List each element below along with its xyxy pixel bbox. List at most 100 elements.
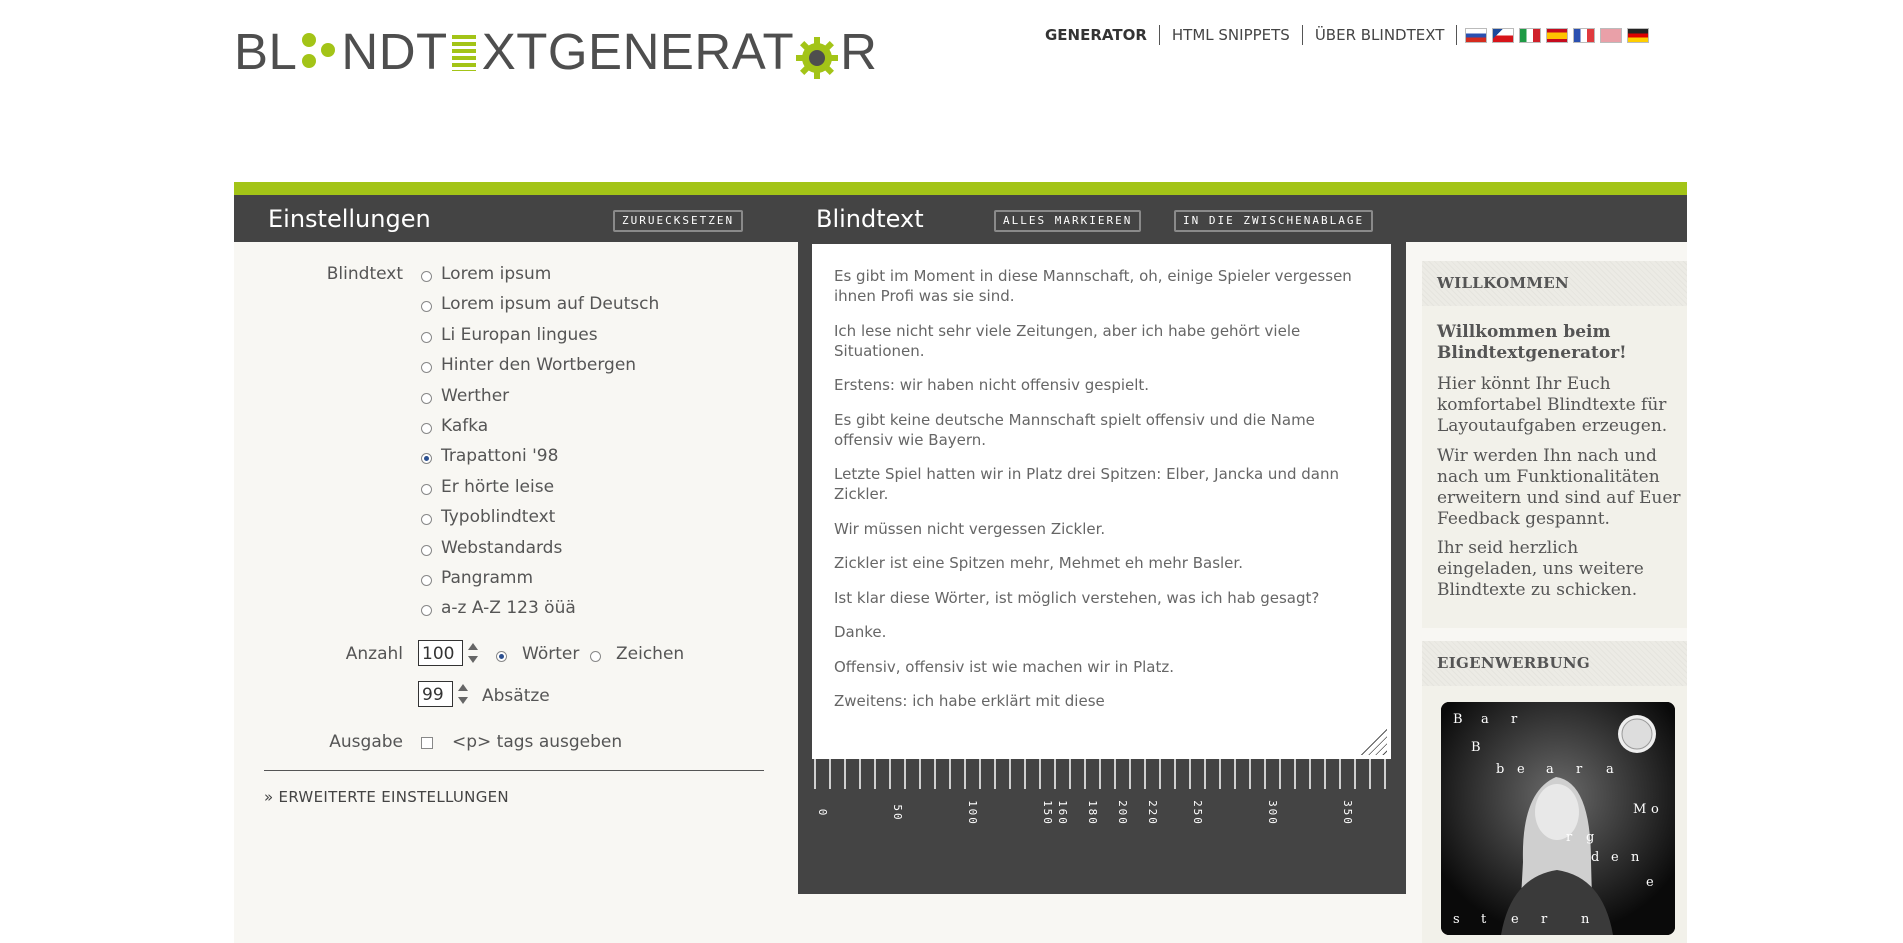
promo-letter: r xyxy=(1576,762,1583,777)
blindtext-option-radio[interactable] xyxy=(421,331,432,343)
promo-letter: e xyxy=(1511,912,1519,927)
blindtext-output[interactable]: Es gibt im Moment in diese Mannschaft, o… xyxy=(812,244,1391,759)
blindtext-option-label[interactable]: Li Europan lingues xyxy=(441,325,598,345)
nav-generator[interactable]: GENERATOR xyxy=(1033,25,1160,45)
language-flags xyxy=(1465,27,1654,43)
english-flag-icon[interactable] xyxy=(1600,27,1623,43)
ruler-label: 220 xyxy=(1146,800,1159,826)
logo-text-part: BL xyxy=(234,22,298,80)
ptags-checkbox[interactable] xyxy=(421,737,433,749)
promo-letter: n xyxy=(1631,850,1640,865)
resize-handle-icon[interactable] xyxy=(1357,725,1387,755)
welcome-heading-box: WILLKOMMEN xyxy=(1422,261,1687,306)
welcome-paragraph: Wir werden Ihn nach und nach um Funktion… xyxy=(1437,446,1681,529)
width-ruler[interactable]: 0 50 100 150 160 180 200 220 250 300 350 xyxy=(812,759,1391,859)
unit-chars-label: Zeichen xyxy=(616,644,685,664)
blindtext-option-radio[interactable] xyxy=(421,423,432,434)
blindtext-paragraph: Zickler ist eine Spitzen mehr, Mehmet eh… xyxy=(834,554,1243,572)
promo-letter: B xyxy=(1453,712,1463,727)
blindtext-option-label[interactable]: a-z A-Z 123 öüä xyxy=(441,598,576,618)
blindtext-option-radio[interactable] xyxy=(421,483,432,495)
unit-chars-radio[interactable] xyxy=(590,651,601,662)
blindtext-option-radio[interactable] xyxy=(421,544,432,556)
select-all-button[interactable]: ALLES MARKIEREN xyxy=(994,210,1142,232)
blindtext-option-label[interactable]: Lorem ipsum xyxy=(441,264,551,284)
paragraph-stepper[interactable] xyxy=(457,681,469,707)
anzahl-label: Anzahl xyxy=(345,644,403,664)
german-flag-icon[interactable] xyxy=(1627,27,1650,43)
blindtext-option-radio[interactable] xyxy=(421,271,432,282)
blindtext-option-label[interactable]: Typoblindtext xyxy=(441,507,555,527)
blindtext-paragraph: Es gibt keine deutsche Mannschaft spielt… xyxy=(834,410,1315,449)
welcome-heading: WILLKOMMEN xyxy=(1437,274,1570,292)
logo-text-part: R xyxy=(840,22,878,80)
welcome-paragraph: Ihr seid herzlich eingeladen, uns weiter… xyxy=(1437,538,1644,600)
site-logo[interactable]: BL NDT XTGENERAT R xyxy=(234,23,877,80)
blindtext-option-label[interactable]: Pangramm xyxy=(441,568,533,588)
blindtext-option-label[interactable]: Er hörte leise xyxy=(441,477,554,497)
promo-letter: a xyxy=(1481,712,1489,727)
count-input[interactable]: 100 xyxy=(418,640,463,666)
promo-letter: o xyxy=(1651,802,1659,817)
ausgabe-label: Ausgabe xyxy=(329,732,403,752)
czech-flag-icon[interactable] xyxy=(1492,27,1515,43)
promo-album-image[interactable]: BarBbearaMorgdenestern xyxy=(1441,702,1675,935)
promo-letter: d xyxy=(1591,850,1600,865)
ruler-label: 150 xyxy=(1041,800,1054,826)
ruler-label: 200 xyxy=(1116,800,1129,826)
unit-words-radio[interactable] xyxy=(496,651,507,662)
promo-letter: e xyxy=(1611,850,1619,865)
nav-html-snippets[interactable]: HTML SNIPPETS xyxy=(1160,25,1303,45)
promo-letter: g xyxy=(1586,830,1595,845)
promo-letter: t xyxy=(1481,912,1487,927)
promo-letter: n xyxy=(1581,912,1590,927)
french-flag-icon[interactable] xyxy=(1573,27,1596,43)
ruler-label: 250 xyxy=(1191,800,1204,826)
ruler-label: 100 xyxy=(966,800,979,826)
welcome-paragraph: Hier könnt Ihr Euch komfortabel Blindtex… xyxy=(1437,374,1668,436)
blindtext-paragraph: Ich lese nicht sehr viele Zeitungen, abe… xyxy=(834,321,1301,360)
ruler-label: 300 xyxy=(1266,800,1279,826)
promo-letter: e xyxy=(1517,762,1525,777)
promo-letter: r xyxy=(1541,912,1548,927)
blindtext-label: Blindtext xyxy=(326,264,403,284)
header-bar xyxy=(234,195,1687,242)
promo-letter: M xyxy=(1633,802,1647,817)
spanish-flag-icon[interactable] xyxy=(1546,27,1569,43)
blindtext-option-radio[interactable] xyxy=(421,575,432,586)
blindtext-paragraph: Erstens: wir haben nicht offensiv gespie… xyxy=(834,376,1150,394)
top-navigation: GENERATOR HTML SNIPPETS ÜBER BLINDTEXT xyxy=(1033,24,1654,46)
blindtext-option-label[interactable]: Kafka xyxy=(441,416,488,436)
promo-letter: r xyxy=(1511,712,1518,727)
blindtext-option-label[interactable]: Webstandards xyxy=(441,538,562,558)
ptags-label: <p> tags ausgeben xyxy=(452,732,623,752)
italian-flag-icon[interactable] xyxy=(1519,27,1542,43)
blindtext-title: Blindtext xyxy=(816,205,924,233)
nav-ueber-blindtext[interactable]: ÜBER BLINDTEXT xyxy=(1303,25,1458,45)
ruler-label: 180 xyxy=(1086,800,1099,826)
blindtext-option-label[interactable]: Hinter den Wortbergen xyxy=(441,355,636,375)
blindtext-option-label[interactable]: Werther xyxy=(441,386,509,406)
advanced-settings-link[interactable]: » ERWEITERTE EINSTELLUNGEN xyxy=(264,788,509,806)
reset-button[interactable]: ZURUECKSETZEN xyxy=(613,210,744,232)
paragraph-label: Absätze xyxy=(482,686,550,706)
blindtext-paragraph: Danke. xyxy=(834,623,887,641)
promo-heading: EIGENWERBUNG xyxy=(1437,654,1591,672)
logo-gear-icon xyxy=(796,32,839,79)
paragraph-input[interactable]: 99 xyxy=(418,681,453,707)
unit-words-label: Wörter xyxy=(522,644,580,664)
logo-text-part: NDT xyxy=(341,22,448,80)
blindtext-paragraph: Offensiv, offensiv ist wie machen wir in… xyxy=(834,657,1175,676)
logo-bars-icon xyxy=(451,35,476,71)
promo-letter: a xyxy=(1606,762,1614,777)
copy-clipboard-button[interactable]: IN DIE ZWISCHENABLAGE xyxy=(1174,210,1374,232)
settings-divider xyxy=(264,770,764,771)
accent-bar xyxy=(234,182,1687,195)
ruler-label: 350 xyxy=(1341,800,1354,826)
blindtext-option-label[interactable]: Lorem ipsum auf Deutsch xyxy=(441,294,659,314)
blindtext-option-label[interactable]: Trapattoni '98 xyxy=(441,446,558,466)
logo-text-part: XTGENERAT xyxy=(481,22,795,80)
russian-flag-icon[interactable] xyxy=(1465,27,1488,43)
count-stepper[interactable] xyxy=(467,640,479,666)
blindtext-option-radio[interactable] xyxy=(421,392,432,404)
